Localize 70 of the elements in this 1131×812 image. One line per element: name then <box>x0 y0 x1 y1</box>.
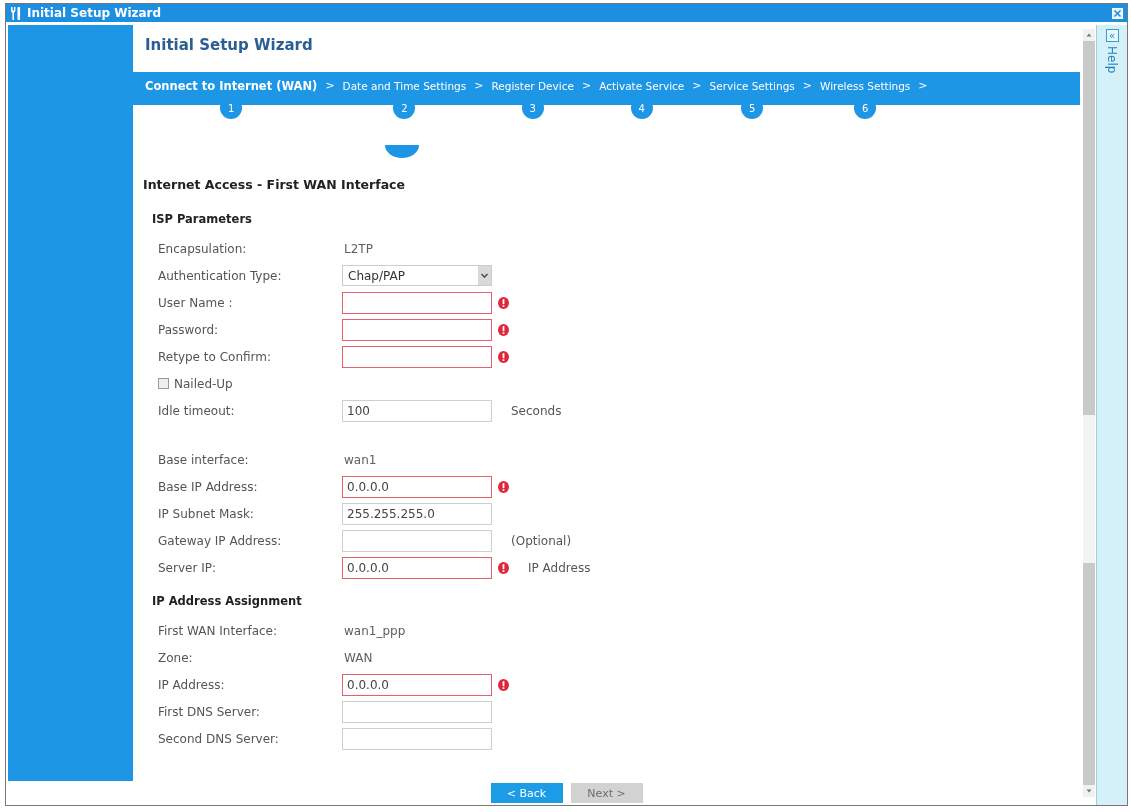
field-value: WAN <box>343 650 373 665</box>
field-label: User Name : <box>158 295 234 310</box>
scroll-up-icon[interactable] <box>1083 29 1095 41</box>
input-field[interactable] <box>342 700 492 723</box>
help-label[interactable]: Help <box>1105 46 1119 74</box>
half-disc-tab-icon <box>385 145 419 158</box>
field-label: Second DNS Server: <box>158 731 280 746</box>
field-label: Idle timeout: <box>158 403 236 418</box>
scrollbar-thumb[interactable] <box>1083 415 1095 563</box>
field-label: Password: <box>158 322 220 337</box>
step-label: Date and Time Settings <box>342 79 467 94</box>
error-icon <box>498 350 509 363</box>
field-value: wan1_ppp <box>343 623 406 638</box>
input-field[interactable]: 0.0.0.0 <box>342 475 492 498</box>
step-separator: > <box>325 78 335 94</box>
step-separator: > <box>692 78 702 94</box>
section-title: IP Address Assignment <box>152 593 303 609</box>
field-label: First DNS Server: <box>158 704 261 719</box>
caret-icon <box>478 266 491 285</box>
scrollbar[interactable] <box>1083 29 1095 797</box>
field-suffix: Seconds <box>511 403 562 418</box>
field-label: Authentication Type: <box>158 268 283 283</box>
step-separator: > <box>474 78 484 94</box>
input-field[interactable]: 0.0.0.0 <box>342 556 492 579</box>
field-label: Server IP: <box>158 560 217 575</box>
input-field[interactable]: 0.0.0.0 <box>342 673 492 696</box>
select-field[interactable]: Chap/PAP <box>342 265 492 286</box>
input-field[interactable] <box>342 727 492 750</box>
input-field[interactable] <box>342 345 492 368</box>
field-value: wan1 <box>343 452 377 467</box>
checkbox[interactable] <box>158 378 169 389</box>
field-suffix: (Optional) <box>511 533 572 548</box>
field-label: Retype to Confirm: <box>158 349 272 364</box>
error-icon <box>498 678 509 691</box>
field-value: L2TP <box>343 241 373 256</box>
field-label: Encapsulation: <box>158 241 248 256</box>
field-label: IP Subnet Mask: <box>158 506 255 521</box>
step-separator: > <box>802 78 812 94</box>
step-label: Activate Service <box>599 79 685 94</box>
input-field[interactable] <box>342 318 492 341</box>
input-field[interactable] <box>342 529 492 552</box>
step-label: Register Device <box>491 79 574 94</box>
step-label: Service Settings <box>709 79 795 94</box>
field-suffix: IP Address <box>528 560 591 575</box>
field-label: Base interface: <box>158 452 250 467</box>
field-label: First WAN Interface: <box>158 623 279 638</box>
error-icon <box>498 561 509 574</box>
step-label: Wireless Settings <box>820 79 911 94</box>
error-icon <box>498 480 509 493</box>
close-icon[interactable] <box>1112 7 1123 19</box>
form-title: Internet Access - First WAN Interface <box>143 176 405 194</box>
page-title: Initial Setup Wizard <box>145 35 313 55</box>
field-label: Base IP Address: <box>158 479 259 494</box>
field-label: Gateway IP Address: <box>158 533 283 548</box>
collapse-button[interactable]: « <box>1105 29 1119 42</box>
step-separator: > <box>918 78 928 94</box>
error-icon <box>498 296 509 309</box>
step-separator: > <box>581 78 592 94</box>
tools-icon <box>11 6 21 20</box>
input-field[interactable]: 100 <box>342 399 492 422</box>
input-field[interactable]: 255.255.255.0 <box>342 502 492 525</box>
field-label: IP Address: <box>158 677 226 692</box>
checkbox-label[interactable]: Nailed-Up <box>174 376 233 391</box>
section-title: ISP Parameters <box>152 211 253 227</box>
error-icon <box>498 323 509 336</box>
step-label: Connect to Internet (WAN) <box>145 78 318 94</box>
window-title: Initial Setup Wizard <box>27 6 162 20</box>
field-label: Zone: <box>158 650 194 665</box>
input-field[interactable] <box>342 291 492 314</box>
scroll-down-icon[interactable] <box>1083 785 1095 797</box>
